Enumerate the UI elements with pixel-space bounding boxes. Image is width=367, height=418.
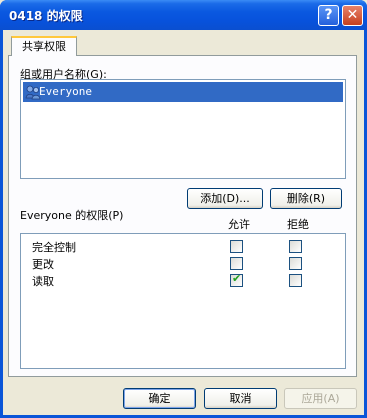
permission-row-change: 更改: [21, 255, 341, 272]
deny-header: 拒绝: [287, 218, 309, 231]
allow-checkbox-full-control[interactable]: [230, 240, 243, 253]
user-name: Everyone: [39, 85, 92, 98]
allow-checkbox-read[interactable]: ✔: [230, 272, 243, 287]
dialog-client-area: 共享权限 组或用户名称(G): Everyone 添加(D)... 删除(R) …: [3, 30, 364, 415]
title-bar[interactable]: 0418 的权限 ? ✕: [0, 0, 367, 30]
tab-share-permissions[interactable]: 共享权限: [11, 36, 77, 56]
window-title: 0418 的权限: [9, 9, 83, 23]
allow-checkbox-change[interactable]: [230, 257, 243, 270]
permission-row-read: 读取 ✔: [21, 272, 341, 289]
apply-button[interactable]: 应用(A): [284, 388, 357, 409]
checkmark-icon: ✔: [232, 272, 242, 285]
dialog-window: 0418 的权限 ? ✕ 共享权限 组或用户名称(G): Everyone 添加…: [0, 0, 367, 418]
permissions-list: 完全控制 更改 读取 ✔: [20, 233, 346, 369]
permission-name: 更改: [32, 258, 54, 271]
deny-checkbox-full-control[interactable]: [289, 240, 302, 253]
list-item-everyone[interactable]: Everyone: [23, 82, 343, 102]
user-list[interactable]: Everyone: [20, 79, 346, 179]
deny-checkbox-change[interactable]: [289, 257, 302, 270]
add-button[interactable]: 添加(D)...: [187, 188, 263, 209]
ok-button[interactable]: 确定: [123, 388, 196, 409]
help-button[interactable]: ?: [318, 5, 339, 26]
permission-name: 完全控制: [32, 241, 76, 254]
remove-button[interactable]: 删除(R): [270, 188, 342, 209]
allow-header: 允许: [228, 218, 250, 231]
permission-row-full-control: 完全控制: [21, 238, 341, 255]
permissions-label: Everyone 的权限(P): [20, 209, 124, 222]
close-button[interactable]: ✕: [342, 5, 363, 26]
permission-name: 读取: [32, 275, 54, 288]
cancel-button[interactable]: 取消: [204, 388, 277, 409]
deny-checkbox-read[interactable]: [289, 274, 302, 287]
